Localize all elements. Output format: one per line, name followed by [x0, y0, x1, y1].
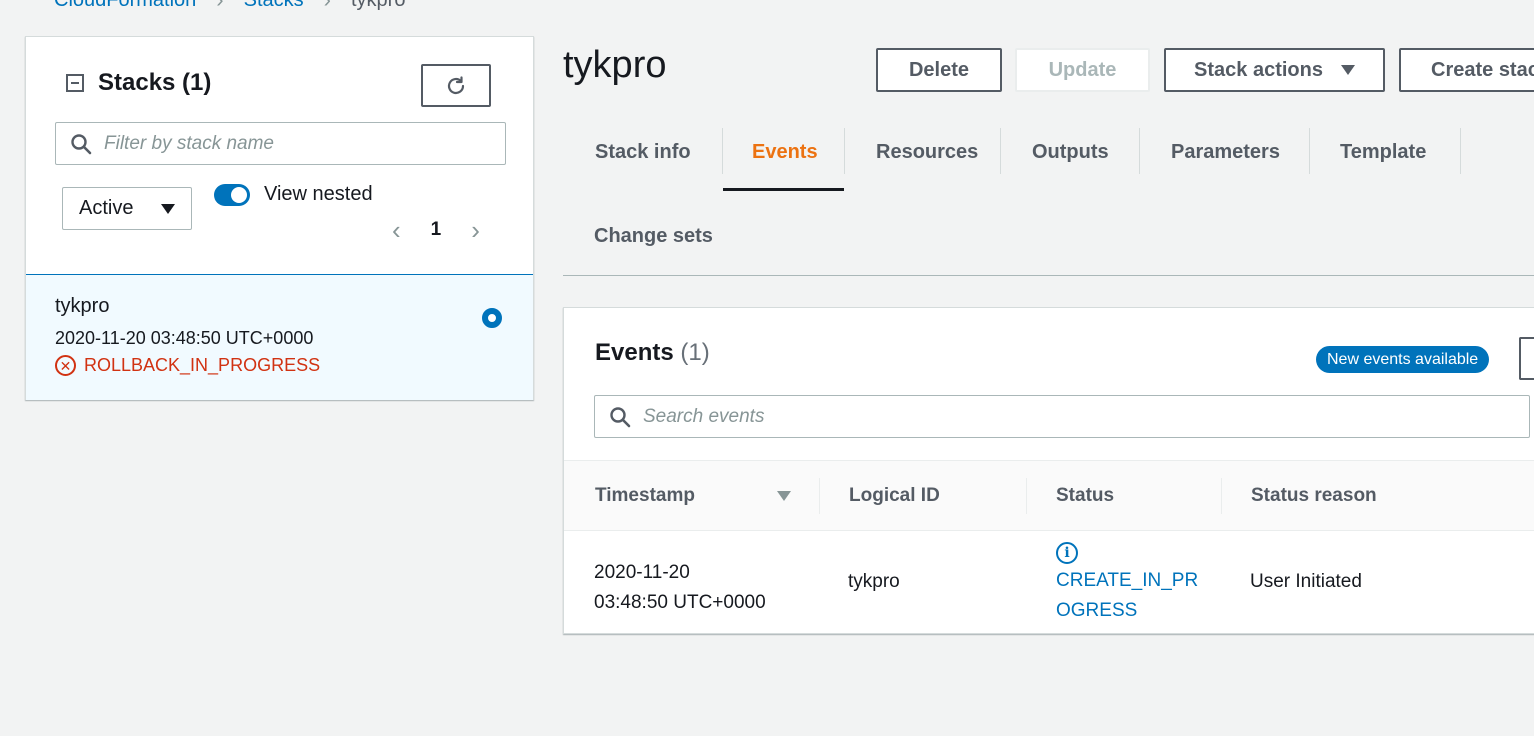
column-timestamp[interactable]: Timestamp [595, 485, 695, 507]
tab-stack-info[interactable]: Stack info [595, 126, 691, 192]
search-icon [610, 406, 631, 427]
event-status-reason: User Initiated [1250, 571, 1362, 592]
breadcrumb: CloudFormation › Stacks › tykpro [54, 0, 405, 12]
delete-button[interactable]: Delete [876, 48, 1002, 92]
new-events-badge[interactable]: New events available [1316, 346, 1490, 373]
refresh-button[interactable] [421, 64, 491, 107]
breadcrumb-cloudformation-link[interactable]: CloudFormation [54, 0, 196, 12]
events-search-input[interactable] [643, 405, 1503, 428]
view-nested-toggle[interactable] [214, 183, 250, 206]
events-refresh-button[interactable] [1519, 337, 1534, 380]
create-stack-button[interactable]: Create stack [1399, 48, 1534, 92]
breadcrumb-stacks-link[interactable]: Stacks [244, 0, 304, 12]
events-panel: Events (1) New events available Timestam… [563, 307, 1534, 634]
caret-down-icon [161, 203, 175, 214]
tab-parameters[interactable]: Parameters [1171, 126, 1280, 192]
status-filter-value: Active [79, 197, 134, 219]
tab-change-sets[interactable]: Change sets [594, 210, 713, 276]
events-title: Events (1) [595, 339, 710, 367]
stack-actions-label: Stack actions [1194, 58, 1323, 81]
view-nested-toggle-group: View nested [214, 183, 373, 206]
tab-divider [1139, 128, 1140, 174]
event-status-text-line1: CREATE_IN_PR [1056, 570, 1199, 591]
column-divider [819, 478, 820, 514]
stacks-panel-header: Stacks (1) [66, 69, 211, 97]
tab-resources[interactable]: Resources [876, 126, 978, 192]
active-tab-indicator [723, 188, 844, 191]
cloudformation-page: CloudFormation › Stacks › tykpro Stacks … [0, 0, 1534, 736]
view-nested-label: View nested [264, 183, 373, 205]
stacks-panel-title: Stacks (1) [98, 69, 212, 96]
events-title-text: Events [595, 339, 674, 366]
column-logical-id[interactable]: Logical ID [849, 485, 940, 507]
stack-actions-button[interactable]: Stack actions [1164, 48, 1385, 92]
tab-divider [722, 128, 723, 174]
page-number[interactable]: 1 [431, 219, 442, 241]
update-button[interactable]: Update [1015, 48, 1150, 92]
event-timestamp-time: 03:48:50 UTC+0000 [594, 592, 766, 613]
collapse-panel-icon[interactable] [66, 74, 84, 92]
tab-template[interactable]: Template [1340, 126, 1426, 192]
stacks-panel: Stacks (1) Active View nested ‹ 1 › [25, 36, 534, 400]
stack-name: tykpro [55, 295, 110, 317]
pagination: ‹ 1 › [392, 217, 480, 243]
tab-divider [844, 128, 845, 174]
events-search-field[interactable] [594, 395, 1530, 438]
page-title: tykpro [563, 44, 667, 86]
column-divider [1221, 478, 1222, 514]
stack-list-item[interactable]: tykpro 2020-11-20 03:48:50 UTC+0000 ✕ RO… [26, 274, 533, 400]
column-status[interactable]: Status [1056, 485, 1114, 507]
tabs-divider [563, 275, 1534, 276]
tab-divider [1460, 128, 1461, 174]
error-icon: ✕ [55, 355, 76, 376]
chevron-left-icon[interactable]: ‹ [392, 217, 401, 243]
sort-descending-icon[interactable] [777, 491, 791, 501]
stack-status-text: ROLLBACK_IN_PROGRESS [84, 355, 321, 375]
search-icon [71, 133, 92, 154]
breadcrumb-current: tykpro [351, 0, 405, 12]
stack-created-time: 2020-11-20 03:48:50 UTC+0000 [55, 328, 314, 348]
stack-status: ✕ ROLLBACK_IN_PROGRESS [55, 355, 320, 376]
tab-divider [1309, 128, 1310, 174]
breadcrumb-separator-icon: › [216, 0, 223, 13]
events-table-header: Timestamp Logical ID Status Status reaso… [564, 460, 1534, 531]
tab-events[interactable]: Events [752, 126, 818, 192]
chevron-right-icon[interactable]: › [471, 217, 480, 243]
event-status[interactable]: i CREATE_IN_PR OGRESS [1056, 542, 1206, 626]
stack-filter-input[interactable] [104, 132, 484, 155]
tab-outputs[interactable]: Outputs [1032, 126, 1109, 192]
stack-filter-field[interactable] [55, 122, 506, 165]
column-divider [1026, 478, 1027, 514]
breadcrumb-separator-icon: › [324, 0, 331, 13]
stack-radio-button[interactable] [482, 308, 502, 328]
column-status-reason[interactable]: Status reason [1251, 485, 1377, 507]
table-row: 2020-11-20 03:48:50 UTC+0000 tykpro i CR… [564, 532, 1534, 632]
event-timestamp-date: 2020-11-20 [594, 562, 690, 583]
status-filter-select[interactable]: Active [62, 187, 192, 230]
refresh-icon [447, 75, 465, 94]
events-count: (1) [680, 339, 710, 366]
info-icon: i [1056, 542, 1078, 564]
event-logical-id: tykpro [848, 571, 900, 592]
event-status-text-line2: OGRESS [1056, 600, 1138, 621]
event-timestamp: 2020-11-20 03:48:50 UTC+0000 [594, 558, 794, 618]
tab-divider [1000, 128, 1001, 174]
caret-down-icon [1340, 65, 1355, 75]
